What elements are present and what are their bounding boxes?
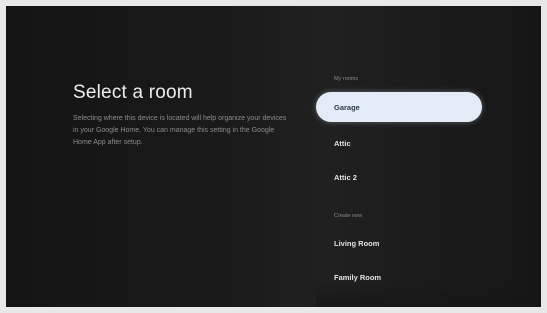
create-new-header: Create new (334, 213, 363, 219)
room-item-garage[interactable]: Garage (316, 92, 482, 122)
room-list: My rooms Garage Attic Attic 2 Create new… (316, 6, 541, 307)
intro-panel: Select a room Selecting where this devic… (73, 82, 293, 149)
page-description: Selecting where this device is located w… (73, 115, 287, 146)
page-title: Select a room (73, 82, 193, 103)
tv-screen: Select a room Selecting where this devic… (6, 6, 541, 307)
room-item-family-room[interactable]: Family Room (316, 262, 482, 292)
my-rooms-header: My rooms (334, 76, 359, 82)
room-item-living-room[interactable]: Living Room (316, 228, 482, 258)
room-item-attic[interactable]: Attic (316, 128, 482, 158)
room-item-bedroom[interactable]: Bedroom (316, 294, 482, 308)
room-item-attic-2[interactable]: Attic 2 (316, 162, 482, 192)
